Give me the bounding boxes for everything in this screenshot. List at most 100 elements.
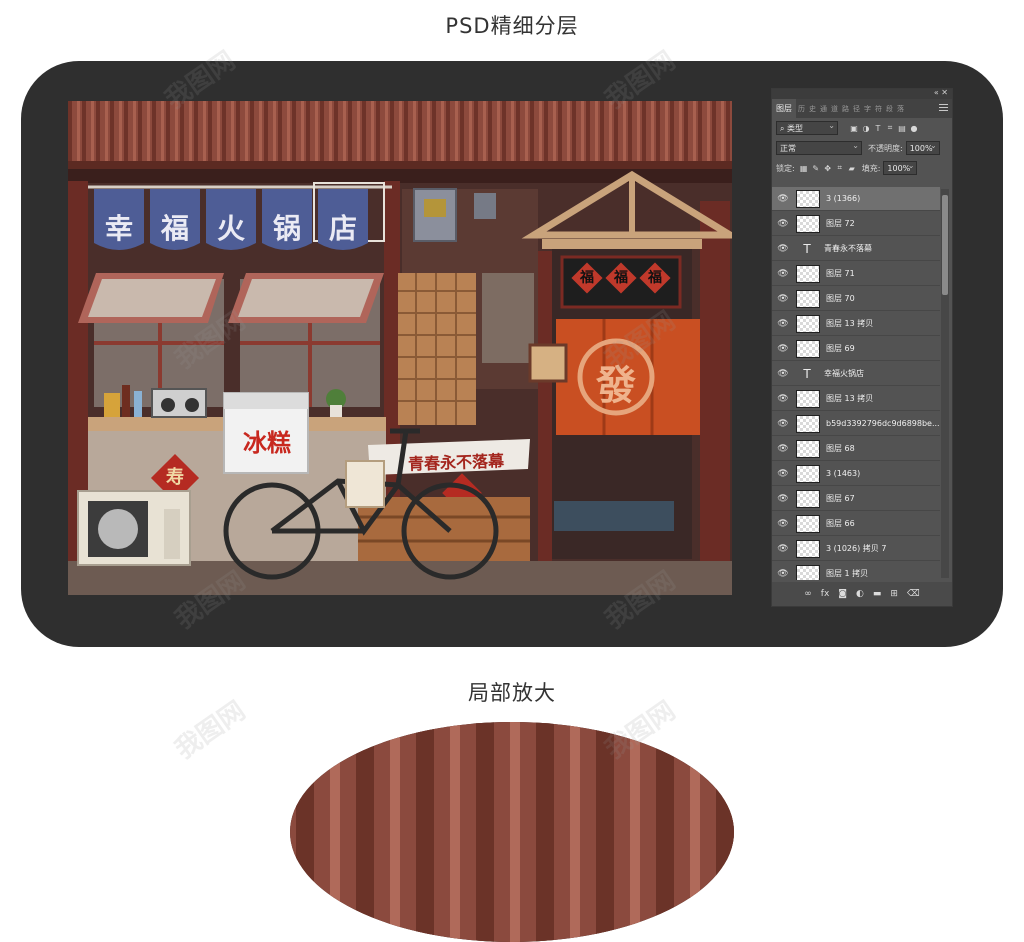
curtain-char: 發 <box>596 363 636 409</box>
opacity-field[interactable]: 100% <box>905 139 940 155</box>
fortune-char: 福 <box>580 270 594 286</box>
diamond-char: 寿 <box>166 467 184 488</box>
layers-scrollbar[interactable] <box>941 189 949 578</box>
filter-label: 类型 <box>787 124 804 133</box>
banner-char: 店 <box>328 212 357 245</box>
slogan-label: 青春永不落幕 <box>407 451 505 474</box>
layers-panel: « ✕ 图层 历 史 通 道 路 径 字 符 段 落 ⌕ 类型 ▣ ◑ T ⌗ … <box>771 88 953 607</box>
eye-icon[interactable]: 👁 <box>772 494 794 504</box>
layer-row[interactable]: 👁 图层 69 <box>772 337 940 361</box>
eye-icon[interactable]: 👁 <box>772 269 794 279</box>
lock-artboard-icon[interactable]: ⌗ <box>834 163 846 173</box>
layer-row[interactable]: 👁 T 幸福火锅店 <box>772 362 940 386</box>
lock-row: 锁定: ▦ ✎ ✥ ⌗ ▰ 填充: 100% <box>772 158 952 178</box>
tab-paths[interactable]: 路 <box>840 104 851 114</box>
eye-icon[interactable]: 👁 <box>772 569 794 579</box>
text-layer-icon: T <box>803 366 811 381</box>
layer-row[interactable]: 👁 图层 72 <box>772 212 940 236</box>
panel-bottom-toolbar: ∞ fx ◙ ◐ ▬ ⊞ ⌫ <box>772 582 952 606</box>
layer-name: 图层 71 <box>826 269 855 278</box>
tab-channels[interactable]: 通 <box>818 104 829 114</box>
tab-channels[interactable]: 道 <box>829 104 840 114</box>
tab-history[interactable]: 历 <box>796 104 807 114</box>
layer-row[interactable]: 👁 图层 70 <box>772 287 940 311</box>
layer-row[interactable]: 👁 图层 71 <box>772 262 940 286</box>
layer-row[interactable]: 👁 3 (1463) <box>772 462 940 486</box>
eye-icon[interactable]: 👁 <box>772 394 794 404</box>
layer-row[interactable]: 👁 T 青春永不落幕 <box>772 237 940 261</box>
adjustment-filter-icon[interactable]: ◑ <box>860 124 872 133</box>
banner-char: 锅 <box>272 212 301 245</box>
lock-position-icon[interactable]: ✥ <box>822 164 834 173</box>
layer-row[interactable]: 👁 图层 68 <box>772 437 940 461</box>
layer-row[interactable]: 👁 图层 13 拷贝 <box>772 387 940 411</box>
layer-thumbnail <box>796 314 820 333</box>
folder-icon[interactable]: ▬ <box>873 589 882 599</box>
roof <box>68 101 732 163</box>
layer-thumbnail <box>796 539 820 558</box>
fx-icon[interactable]: fx <box>821 589 830 599</box>
shop-illustration: 幸 福 火 锅 店 福 福 福 發 冰糕 青春永不落幕 寿 <box>68 101 732 595</box>
mask-icon[interactable]: ◙ <box>838 589 847 599</box>
lock-transparency-icon[interactable]: ▦ <box>798 164 810 173</box>
adjustment-icon[interactable]: ◐ <box>856 589 864 599</box>
fill-field[interactable]: 100% <box>883 159 918 175</box>
eye-icon[interactable]: 👁 <box>772 469 794 479</box>
eye-icon[interactable]: 👁 <box>772 219 794 229</box>
eye-icon[interactable]: 👁 <box>772 194 794 204</box>
layer-thumbnail <box>796 414 820 433</box>
link-icon[interactable]: ∞ <box>804 589 812 599</box>
trash-icon[interactable]: ⌫ <box>907 589 920 599</box>
tab-history[interactable]: 史 <box>807 104 818 114</box>
tab-paragraph[interactable]: 落 <box>895 104 906 114</box>
banner-char: 火 <box>216 212 245 245</box>
blend-row: 正常 不透明度: 100% <box>772 138 952 158</box>
layer-thumbnail <box>796 439 820 458</box>
layer-thumbnail <box>796 489 820 508</box>
type-filter-icon[interactable]: T <box>872 124 884 133</box>
layer-row[interactable]: 👁 图层 66 <box>772 512 940 536</box>
layer-name: 图层 68 <box>826 444 855 453</box>
eye-icon[interactable]: 👁 <box>772 294 794 304</box>
tab-layers[interactable]: 图层 <box>772 99 796 118</box>
layer-thumbnail <box>796 289 820 308</box>
layer-name: b59d3392796dc9d6898be... <box>826 419 940 428</box>
layer-row[interactable]: 👁 3 (1366) <box>772 187 940 211</box>
layer-row[interactable]: 👁 图层 13 拷贝 <box>772 312 940 336</box>
smart-object-filter-icon[interactable]: ▤ <box>896 124 908 133</box>
text-layer-icon: T <box>803 241 811 256</box>
layer-thumbnail <box>796 189 820 208</box>
lock-all-icon[interactable]: ▰ <box>846 164 858 173</box>
eye-icon[interactable]: 👁 <box>772 369 794 379</box>
eye-icon[interactable]: 👁 <box>772 419 794 429</box>
section-heading-psd-layers: PSD精细分层 <box>445 14 579 38</box>
fill-label: 填充: <box>861 163 881 173</box>
new-layer-icon[interactable]: ⊞ <box>890 589 898 599</box>
eye-icon[interactable]: 👁 <box>772 444 794 454</box>
eye-icon[interactable]: 👁 <box>772 544 794 554</box>
eye-icon[interactable]: 👁 <box>772 244 794 254</box>
collapse-icon[interactable]: « ✕ <box>934 88 948 97</box>
shape-filter-icon[interactable]: ⌗ <box>884 123 896 133</box>
blend-mode-select[interactable]: 正常 <box>776 139 862 155</box>
panel-menu-icon[interactable] <box>939 102 948 113</box>
layer-row[interactable]: 👁 图层 67 <box>772 487 940 511</box>
eye-icon[interactable]: 👁 <box>772 344 794 354</box>
eye-icon[interactable]: 👁 <box>772 519 794 529</box>
filter-toggle-icon[interactable]: ● <box>908 124 920 133</box>
layer-row[interactable]: 👁 图层 1 拷贝 <box>772 562 940 580</box>
zoom-preview <box>290 722 734 942</box>
tab-character[interactable]: 符 <box>873 104 884 114</box>
tab-paths[interactable]: 径 <box>851 104 862 114</box>
lock-paint-icon[interactable]: ✎ <box>810 164 822 173</box>
layer-row[interactable]: 👁 b59d3392796dc9d6898be... <box>772 412 940 436</box>
layer-thumbnail <box>796 564 820 580</box>
filter-select[interactable]: ⌕ 类型 <box>776 119 838 135</box>
eye-icon[interactable]: 👁 <box>772 319 794 329</box>
layer-row[interactable]: 👁 3 (1026) 拷贝 7 <box>772 537 940 561</box>
tab-paragraph[interactable]: 段 <box>884 104 895 114</box>
panel-topbar: « ✕ <box>772 88 952 99</box>
image-filter-icon[interactable]: ▣ <box>848 124 860 133</box>
layer-thumbnail <box>796 514 820 533</box>
tab-character[interactable]: 字 <box>862 104 873 114</box>
